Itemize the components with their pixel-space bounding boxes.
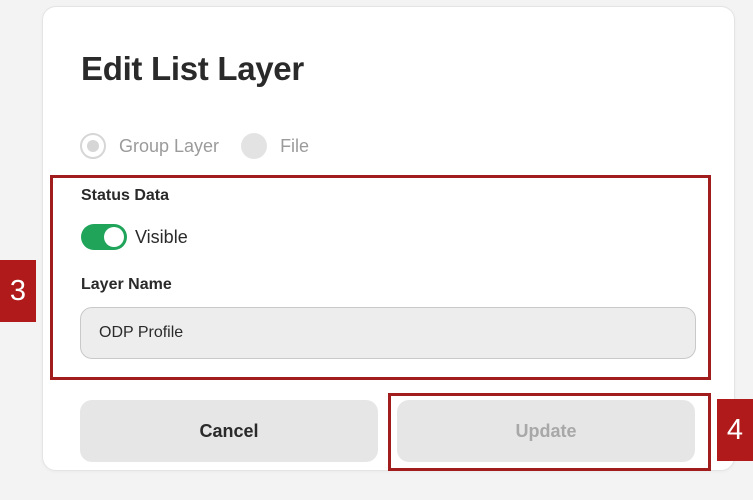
annotation-marker-4: 4 (717, 399, 753, 461)
group-layer-radio[interactable] (80, 133, 106, 159)
cancel-button[interactable]: Cancel (80, 400, 378, 462)
file-radio[interactable] (241, 133, 268, 159)
group-layer-label[interactable]: Group Layer (119, 136, 219, 157)
file-label[interactable]: File (280, 136, 309, 157)
annotation-marker-3: 3 (0, 260, 36, 322)
highlight-box-4 (388, 393, 711, 471)
layer-type-radio-group: Group Layer File (80, 133, 331, 159)
highlight-box-3 (50, 175, 711, 380)
dialog-title: Edit List Layer (81, 50, 304, 87)
